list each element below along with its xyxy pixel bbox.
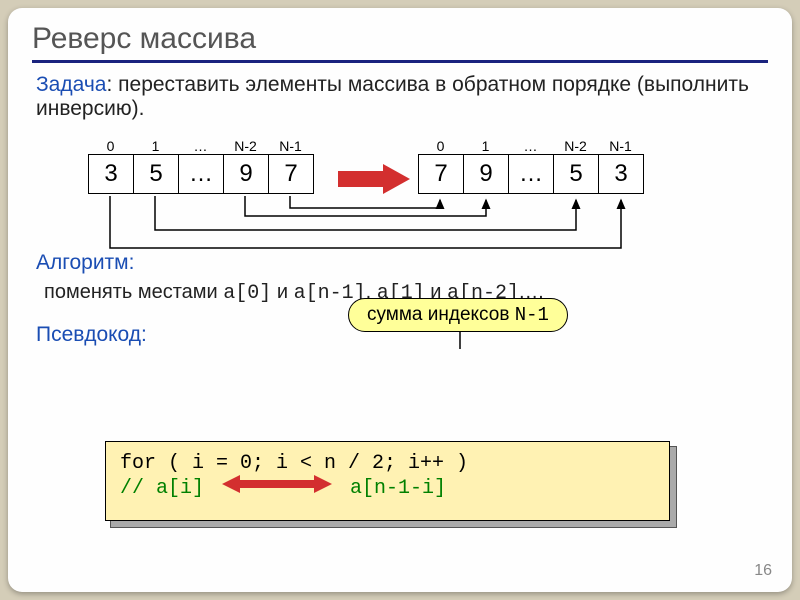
swap-txt: и: [271, 281, 293, 303]
idx: …: [178, 138, 223, 154]
idx: …: [508, 138, 553, 154]
cell: 9: [464, 155, 509, 193]
idx: N-2: [223, 138, 268, 154]
cell: 5: [134, 155, 179, 193]
task-text: : переставить элементы массива в обратно…: [36, 73, 749, 120]
index-sum-tooltip: сумма индексов N-1: [348, 298, 568, 332]
cell-row: 7 9 … 5 3: [418, 154, 644, 194]
array-after: 0 1 … N-2 N-1 7 9 … 5 3: [418, 138, 644, 194]
code-comment-a: // a[i]: [120, 477, 204, 500]
cell: 7: [269, 155, 314, 193]
array-illustration: 0 1 … N-2 N-1 3 5 … 9 7 0 1: [68, 138, 738, 278]
pseudocode-box: for ( i = 0; i < n / 2; i++ ) // a[i] a[…: [105, 441, 670, 521]
array-before: 0 1 … N-2 N-1 3 5 … 9 7: [88, 138, 314, 194]
page-title: Реверс массива: [8, 8, 792, 60]
index-row: 0 1 … N-2 N-1: [88, 138, 314, 154]
idx: 0: [88, 138, 133, 154]
idx: 0: [418, 138, 463, 154]
tooltip-text: сумма индексов: [367, 304, 515, 325]
index-row: 0 1 … N-2 N-1: [418, 138, 644, 154]
code-line-1: for ( i = 0; i < n / 2; i++ ): [120, 452, 655, 475]
cell: …: [509, 155, 554, 193]
cell: 5: [554, 155, 599, 193]
swap-txt: поменять местами: [44, 281, 223, 303]
idx: 1: [133, 138, 178, 154]
idx: N-1: [268, 138, 313, 154]
swap-code: a[0]: [223, 282, 271, 305]
code-line-2: // a[i] a[n-1-i]: [120, 475, 655, 500]
cell: …: [179, 155, 224, 193]
cell: 7: [419, 155, 464, 193]
swap-double-arrow-icon: [222, 475, 332, 500]
page-number: 16: [754, 562, 772, 580]
cell: 3: [599, 155, 644, 193]
tooltip-code: N-1: [515, 304, 549, 326]
cell: 9: [224, 155, 269, 193]
task-line: Задача: переставить элементы массива в о…: [36, 73, 764, 121]
code-comment-b: a[n-1-i]: [350, 477, 446, 500]
idx: 1: [463, 138, 508, 154]
slide: Реверс массива Задача: переставить элеме…: [8, 8, 792, 592]
cell: 3: [89, 155, 134, 193]
task-label: Задача: [36, 73, 106, 96]
transform-arrow-icon: [338, 164, 410, 199]
idx: N-1: [598, 138, 643, 154]
idx: N-2: [553, 138, 598, 154]
cell-row: 3 5 … 9 7: [88, 154, 314, 194]
tooltip-pointer-icon: [449, 331, 471, 353]
